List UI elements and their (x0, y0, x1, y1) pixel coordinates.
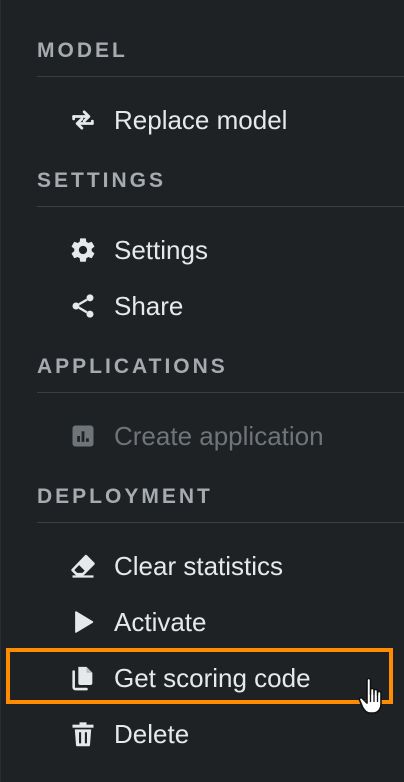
chart-icon (69, 422, 97, 450)
gear-icon (69, 236, 97, 264)
menu-item-clear-statistics[interactable]: Clear statistics (1, 542, 404, 590)
menu-item-label: Settings (114, 234, 208, 265)
section-divider (37, 206, 404, 207)
menu-item-label: Clear statistics (114, 550, 284, 581)
menu-item-label: Activate (114, 606, 207, 637)
copy-icon (69, 664, 97, 692)
section-header-settings: SETTINGS (37, 169, 167, 192)
section-header-deployment: DEPLOYMENT (37, 485, 213, 508)
menu-item-delete[interactable]: Delete (1, 710, 404, 758)
menu-item-activate[interactable]: Activate (1, 598, 404, 646)
menu-item-label: Create application (114, 420, 324, 451)
section-header-model: MODEL (37, 39, 128, 62)
section-divider (37, 522, 404, 523)
play-icon (69, 608, 97, 636)
section-divider (37, 392, 404, 393)
hand-cursor-icon (357, 676, 393, 716)
replace-icon (69, 106, 97, 134)
eraser-icon (69, 552, 97, 580)
section-header-applications: APPLICATIONS (37, 355, 228, 378)
actions-menu: MODEL Replace model SETTINGS Settings Sh… (0, 0, 404, 782)
menu-item-settings[interactable]: Settings (1, 226, 404, 274)
menu-item-label: Delete (114, 718, 190, 749)
menu-item-share[interactable]: Share (1, 282, 404, 330)
section-divider (37, 76, 404, 77)
menu-item-replace-model[interactable]: Replace model (1, 96, 404, 144)
menu-item-create-application: Create application (1, 412, 404, 460)
menu-item-get-scoring-code[interactable]: Get scoring code (1, 654, 404, 702)
menu-item-label: Share (114, 290, 184, 321)
menu-item-label: Get scoring code (114, 662, 311, 693)
trash-icon (69, 720, 97, 748)
menu-item-label: Replace model (114, 104, 288, 135)
share-icon (69, 292, 97, 320)
